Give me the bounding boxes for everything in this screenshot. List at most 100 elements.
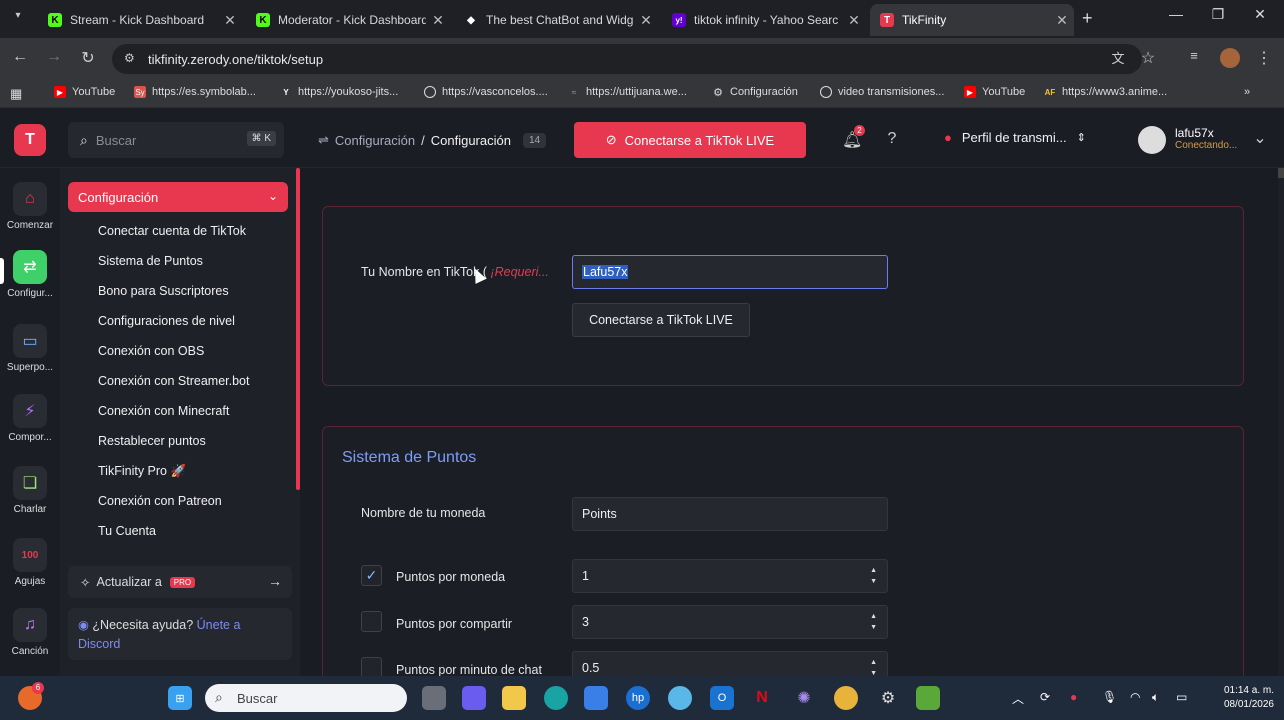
forward-icon[interactable]: →: [42, 48, 66, 66]
points-per-coin-stepper[interactable]: 1 ▲ ▼: [572, 559, 888, 593]
bookmark-star-icon[interactable]: ☆: [1136, 48, 1160, 68]
more-bookmarks-icon[interactable]: »: [1244, 86, 1250, 98]
rail-item-comenzar[interactable]: ⌂ Comenzar: [0, 182, 60, 231]
apps-icon[interactable]: ▦: [10, 86, 22, 102]
browser-tab[interactable]: K Moderator - Kick Dashboard ✕: [246, 4, 450, 36]
bookmark-item[interactable]: ≈ https://uttijuana.we...: [568, 86, 687, 98]
points-per-chat-minute-checkbox[interactable]: [361, 657, 382, 676]
taskbar-search-input[interactable]: ⌕ Buscar: [205, 684, 407, 712]
wifi-icon[interactable]: ◠: [1130, 690, 1140, 704]
sidebar-section-header[interactable]: Configuración ⌄: [68, 182, 288, 212]
tab-list-dropdown-icon[interactable]: ▾: [8, 10, 28, 21]
avatar[interactable]: [1138, 126, 1166, 154]
points-per-coin-checkbox[interactable]: ✓: [361, 565, 382, 586]
start-icon[interactable]: ⊞: [168, 686, 192, 710]
back-icon[interactable]: ←: [8, 48, 32, 66]
sidebar-item[interactable]: Bono para Suscriptores: [98, 284, 229, 298]
rail-item-comportamiento[interactable]: ⚡︎ Compor...: [0, 394, 60, 443]
bookmark-item[interactable]: video transmisiones...: [820, 86, 944, 98]
bookmark-item[interactable]: ▶ YouTube: [54, 86, 115, 98]
points-per-share-stepper[interactable]: 3 ▲ ▼: [572, 605, 888, 639]
tray-chevron-icon[interactable]: ︿: [1012, 690, 1024, 707]
bookmark-item[interactable]: AF https://www3.anime...: [1044, 86, 1168, 98]
sidebar-item[interactable]: Sistema de Puntos: [98, 254, 203, 268]
app-icon[interactable]: [668, 686, 692, 710]
browser-tab[interactable]: K Stream - Kick Dashboard ✕: [38, 4, 242, 36]
window-close-icon[interactable]: ✕: [1240, 6, 1280, 23]
outlook-icon[interactable]: O: [710, 686, 734, 710]
store-icon[interactable]: [584, 686, 608, 710]
sidebar-item[interactable]: Conexión con Minecraft: [98, 404, 229, 418]
rail-item-cancion[interactable]: ♫ Canción: [0, 608, 60, 657]
url-input[interactable]: ⚙ tikfinity.zerody.one/tiktok/setup: [112, 44, 1142, 74]
taskbar-clock[interactable]: 01:14 a. m. 08/01/2026: [1204, 684, 1274, 712]
translate-icon[interactable]: 文: [1106, 48, 1130, 67]
browser-tab[interactable]: y! tiktok infinity - Yahoo Searc ✕: [662, 4, 866, 36]
connect-tiktok-live-button[interactable]: ⊘ Conectarse a TikTok LIVE: [574, 122, 806, 158]
sidebar-item[interactable]: Conexión con Patreon: [98, 494, 222, 508]
file-explorer-icon[interactable]: [502, 686, 526, 710]
main-scrollbar[interactable]: [1278, 168, 1284, 676]
site-info-icon[interactable]: ⚙: [124, 51, 135, 65]
app-icon[interactable]: ✺: [792, 686, 816, 710]
user-info[interactable]: lafu57x Conectando...: [1175, 126, 1237, 151]
sidebar-item[interactable]: Restablecer puntos: [98, 434, 206, 448]
sidebar-item[interactable]: Conexión con OBS: [98, 344, 204, 358]
sync-icon[interactable]: ⟳: [1040, 690, 1050, 704]
join-discord-link[interactable]: Únete a: [197, 618, 241, 632]
task-view-icon[interactable]: [422, 686, 446, 710]
close-tab-icon[interactable]: ✕: [634, 12, 658, 29]
stepper-arrows-icon[interactable]: ▲ ▼: [870, 611, 877, 633]
close-tab-icon[interactable]: ✕: [426, 12, 450, 29]
microphone-icon[interactable]: 🎙︎: [1102, 690, 1117, 704]
browser-tab[interactable]: ◆ The best ChatBot and Widg ✕: [454, 4, 658, 36]
hp-icon[interactable]: hp: [626, 686, 650, 710]
rail-item-superposiciones[interactable]: ▭ Superpo...: [0, 324, 60, 373]
profile-avatar-icon[interactable]: [1220, 48, 1240, 68]
rail-item-configuracion[interactable]: ⇄ Configur...: [0, 250, 60, 299]
media-icon[interactable]: ≡: [1182, 48, 1206, 63]
copilot-icon[interactable]: [462, 686, 486, 710]
close-tab-icon[interactable]: ✕: [1050, 12, 1074, 29]
stepper-arrows-icon[interactable]: ▲ ▼: [870, 565, 877, 587]
minimize-icon[interactable]: —: [1156, 6, 1196, 22]
volume-icon[interactable]: 🔈︎: [1152, 690, 1159, 705]
sidebar-item[interactable]: Conectar cuenta de TikTok: [98, 224, 246, 238]
sidebar-item[interactable]: Configuraciones de nivel: [98, 314, 235, 328]
bookmark-item[interactable]: Sy https://es.symbolab...: [134, 86, 256, 98]
tikfinity-logo[interactable]: T: [14, 124, 46, 156]
connect-tiktok-live-button[interactable]: Conectarse a TikTok LIVE: [572, 303, 750, 337]
bookmark-item[interactable]: Yhttps://youkoso-jits...: [280, 86, 398, 98]
currency-name-input[interactable]: Points: [572, 497, 888, 531]
discord-link[interactable]: Discord: [78, 637, 120, 651]
search-input[interactable]: ⌕ Buscar ⌘ K: [68, 122, 284, 158]
netflix-icon[interactable]: N: [750, 686, 774, 710]
sidebar-item[interactable]: Tu Cuenta: [98, 524, 156, 538]
reload-icon[interactable]: ↻: [76, 48, 100, 68]
tiktok-name-input[interactable]: Lafu57x: [572, 255, 888, 289]
sidebar-item[interactable]: Conexión con Streamer.bot: [98, 374, 249, 388]
new-tab-icon[interactable]: +: [1082, 8, 1093, 29]
rail-item-agujas[interactable]: 100 Agujas: [0, 538, 60, 587]
close-tab-icon[interactable]: ✕: [842, 12, 866, 29]
stepper-arrows-icon[interactable]: ▲ ▼: [870, 657, 877, 676]
chevron-down-icon[interactable]: ⌄: [1250, 128, 1270, 148]
menu-icon[interactable]: ⋮: [1252, 48, 1276, 68]
stream-profile-select[interactable]: ● Perfil de transmi... ⇕: [944, 130, 1086, 145]
edge-icon[interactable]: [544, 686, 568, 710]
help-icon[interactable]: ?: [882, 130, 902, 150]
sidebar-item[interactable]: TikFinity Pro 🚀: [98, 464, 186, 479]
app-tray-icon[interactable]: ●: [1070, 690, 1077, 704]
close-tab-icon[interactable]: ✕: [218, 12, 242, 29]
bookmark-item[interactable]: ▶ YouTube: [964, 86, 1025, 98]
browser-tab-active[interactable]: T TikFinity ✕: [870, 4, 1074, 36]
chrome-icon[interactable]: [834, 686, 858, 710]
app-icon[interactable]: ⚙︎: [876, 686, 900, 710]
rail-item-charlar[interactable]: ❏ Charlar: [0, 466, 60, 515]
points-per-share-checkbox[interactable]: [361, 611, 382, 632]
bookmark-item[interactable]: https://vasconcelos....: [424, 86, 548, 98]
maximize-icon[interactable]: ❐: [1198, 6, 1238, 23]
minecraft-icon[interactable]: [916, 686, 940, 710]
upgrade-pro-button[interactable]: ✧ Actualizar a PRO →: [68, 566, 292, 598]
points-per-chat-minute-stepper[interactable]: 0.5 ▲ ▼: [572, 651, 888, 676]
